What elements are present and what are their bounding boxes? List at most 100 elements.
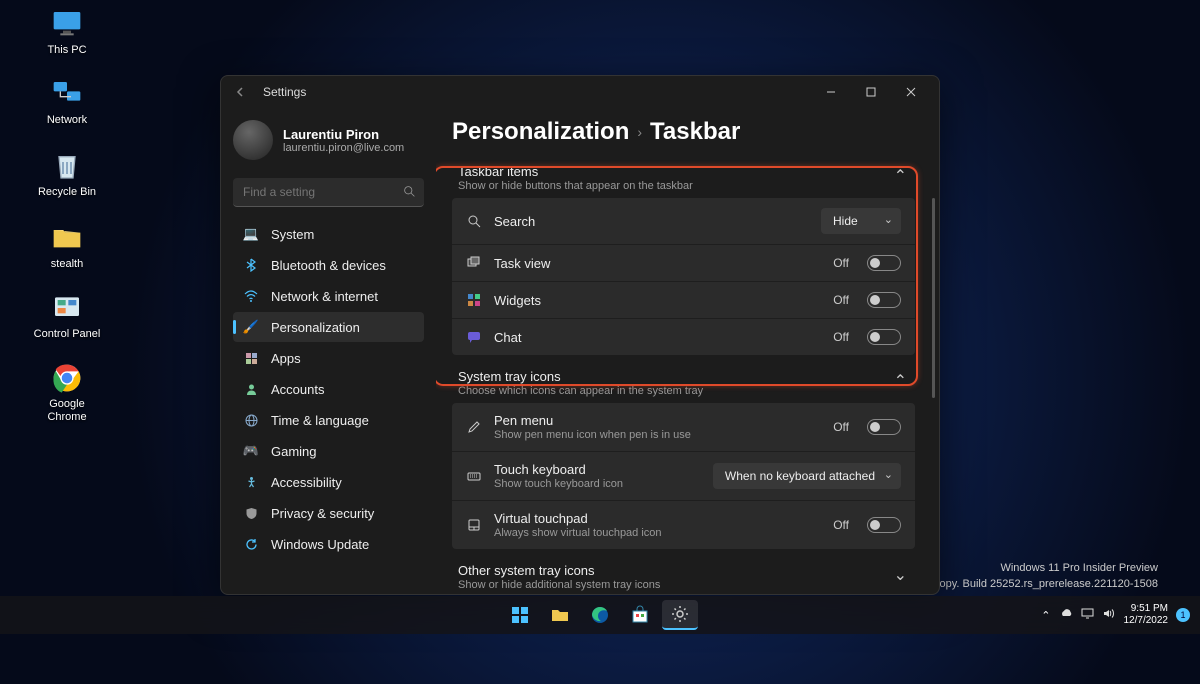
search-box[interactable]	[233, 178, 424, 207]
breadcrumb-current: Taskbar	[650, 118, 740, 146]
person-icon	[243, 381, 259, 397]
row-pen-menu[interactable]: Pen menuShow pen menu icon when pen is i…	[452, 403, 915, 452]
user-name: Laurentiu Piron	[283, 127, 404, 142]
chat-icon	[466, 329, 482, 345]
nav-network[interactable]: Network & internet	[233, 281, 424, 311]
user-profile[interactable]: Laurentiu Piron laurentiu.piron@live.com	[233, 116, 424, 170]
content-area: Personalization › Taskbar Taskbar items …	[436, 108, 939, 594]
accessibility-icon	[243, 474, 259, 490]
shield-icon	[243, 505, 259, 521]
taskbar-edge[interactable]	[582, 600, 618, 630]
row-widgets[interactable]: Widgets Off	[452, 282, 915, 319]
desktop-icon-control-panel[interactable]: Control Panel	[32, 292, 102, 341]
chevron-down-icon: ⌄	[892, 563, 909, 587]
apps-icon	[243, 350, 259, 366]
control-panel-icon	[51, 292, 83, 324]
icon-label: This PC	[32, 44, 102, 57]
task-view-toggle[interactable]	[867, 255, 901, 271]
tray-display-icon[interactable]	[1080, 606, 1095, 624]
breadcrumb-parent[interactable]: Personalization	[452, 118, 629, 146]
back-button[interactable]	[229, 86, 253, 98]
nav-privacy[interactable]: Privacy & security	[233, 498, 424, 528]
keyboard-icon	[466, 468, 482, 484]
row-chat[interactable]: Chat Off	[452, 319, 915, 355]
maximize-button[interactable]	[851, 78, 891, 106]
section-system-tray[interactable]: System tray icons Choose which icons can…	[452, 365, 915, 403]
folder-icon	[51, 222, 83, 254]
widgets-icon	[466, 292, 482, 308]
nav-windows-update[interactable]: Windows Update	[233, 529, 424, 559]
desktop-icon-stealth[interactable]: stealth	[32, 222, 102, 271]
touchpad-icon	[466, 517, 482, 533]
sidebar: Laurentiu Piron laurentiu.piron@live.com…	[221, 108, 436, 594]
nav-system[interactable]: 💻System	[233, 219, 424, 249]
virtual-touchpad-toggle[interactable]	[867, 517, 901, 533]
search-input[interactable]	[233, 178, 424, 207]
breadcrumb: Personalization › Taskbar	[452, 118, 915, 146]
nav-personalization[interactable]: 🖌️Personalization	[233, 312, 424, 342]
pen-toggle[interactable]	[867, 419, 901, 435]
search-icon	[403, 185, 416, 203]
chevron-up-icon: ⌃	[892, 164, 909, 188]
desktop-icon-this-pc[interactable]: This PC	[32, 8, 102, 57]
icon-label: Google Chrome	[32, 398, 102, 424]
icon-label: Network	[32, 114, 102, 127]
scrollbar[interactable]	[932, 198, 935, 398]
pen-icon	[466, 419, 482, 435]
nav-list: 💻System Bluetooth & devices Network & in…	[233, 219, 424, 559]
recycle-bin-icon	[51, 150, 83, 182]
nav-apps[interactable]: Apps	[233, 343, 424, 373]
row-task-view[interactable]: Task view Off	[452, 245, 915, 282]
touch-keyboard-dropdown[interactable]: When no keyboard attached	[713, 463, 901, 489]
paintbrush-icon: 🖌️	[243, 319, 259, 335]
row-virtual-touchpad[interactable]: Virtual touchpadAlways show virtual touc…	[452, 501, 915, 549]
wifi-icon	[243, 288, 259, 304]
nav-bluetooth[interactable]: Bluetooth & devices	[233, 250, 424, 280]
row-search[interactable]: Search Hide	[452, 198, 915, 245]
taskbar-file-explorer[interactable]	[542, 600, 578, 630]
bluetooth-icon	[243, 257, 259, 273]
user-email: laurentiu.piron@live.com	[283, 142, 404, 154]
nav-time-language[interactable]: Time & language	[233, 405, 424, 435]
task-view-icon	[466, 255, 482, 271]
section-other-tray[interactable]: Other system tray icons Show or hide add…	[452, 559, 915, 594]
settings-window: Settings Laurentiu Piron laurentiu.piron…	[220, 75, 940, 595]
icon-label: stealth	[32, 258, 102, 271]
icon-label: Control Panel	[32, 328, 102, 341]
taskbar-store[interactable]	[622, 600, 658, 630]
monitor-icon	[51, 8, 83, 40]
tray-onedrive-icon[interactable]	[1059, 606, 1074, 624]
nav-accessibility[interactable]: Accessibility	[233, 467, 424, 497]
gamepad-icon: 🎮	[243, 443, 259, 459]
notification-badge[interactable]: 1	[1176, 608, 1190, 622]
chevron-right-icon: ›	[637, 124, 642, 140]
chat-toggle[interactable]	[867, 329, 901, 345]
nav-gaming[interactable]: 🎮Gaming	[233, 436, 424, 466]
search-dropdown[interactable]: Hide	[821, 208, 901, 234]
tray-volume-icon[interactable]	[1101, 606, 1116, 624]
network-icon	[51, 78, 83, 110]
close-button[interactable]	[891, 78, 931, 106]
widgets-toggle[interactable]	[867, 292, 901, 308]
section-taskbar-items[interactable]: Taskbar items Show or hide buttons that …	[452, 160, 915, 198]
desktop-icon-recycle-bin[interactable]: Recycle Bin	[32, 150, 102, 199]
tray-chevron-up-icon[interactable]: ⌃	[1041, 609, 1050, 622]
taskbar: ⌃ 9:51 PM 12/7/2022 1	[0, 596, 1200, 634]
desktop-icon-network[interactable]: Network	[32, 78, 102, 127]
system-icon: 💻	[243, 226, 259, 242]
row-touch-keyboard[interactable]: Touch keyboardShow touch keyboard icon W…	[452, 452, 915, 501]
desktop-icon-chrome[interactable]: Google Chrome	[32, 362, 102, 424]
search-icon	[466, 213, 482, 229]
chevron-up-icon: ⌃	[892, 369, 909, 393]
globe-icon	[243, 412, 259, 428]
minimize-button[interactable]	[811, 78, 851, 106]
start-button[interactable]	[502, 600, 538, 630]
chrome-icon	[51, 362, 83, 394]
avatar	[233, 120, 273, 160]
icon-label: Recycle Bin	[32, 186, 102, 199]
clock[interactable]: 9:51 PM 12/7/2022	[1124, 603, 1169, 627]
titlebar: Settings	[221, 76, 939, 108]
nav-accounts[interactable]: Accounts	[233, 374, 424, 404]
taskbar-settings[interactable]	[662, 600, 698, 630]
update-icon	[243, 536, 259, 552]
